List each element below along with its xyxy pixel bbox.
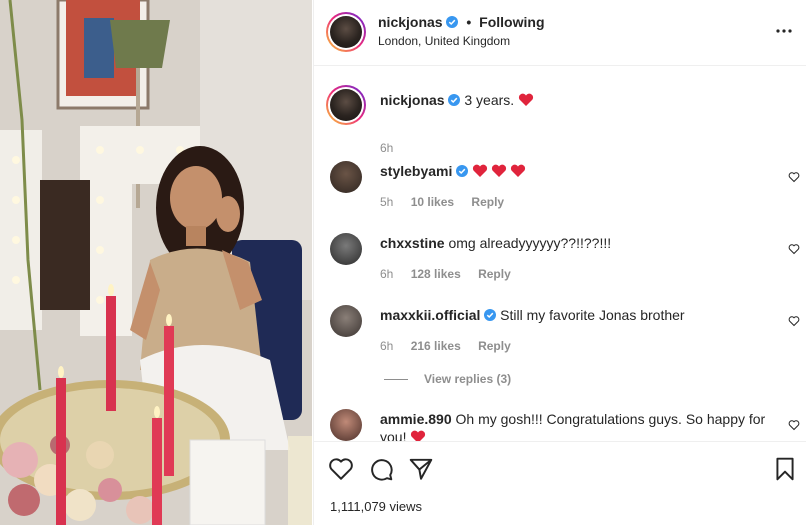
caption-avatar[interactable] [326,85,366,125]
comment-text-continued: you! [380,429,407,441]
comment-likes[interactable]: 128 likes [411,267,461,281]
view-replies-button[interactable]: View replies (3) [384,372,511,386]
post-photo-illustration [0,0,312,525]
comment-time[interactable]: 6h [380,339,393,353]
comment-likes[interactable]: 10 likes [411,195,454,209]
post-detail-panel: nickjonas • Following London, United Kin… [313,0,806,525]
view-count[interactable]: 1,111,079 views [330,499,422,514]
like-comment-heart-icon[interactable] [788,419,800,431]
red-heart-emoji-icon [473,164,488,177]
red-heart-emoji-icon [492,164,507,177]
comment-meta: 6h 128 likes Reply [380,267,525,281]
comment-text-line: stylebyami [380,163,529,179]
caption-timestamp[interactable]: 6h [380,141,393,155]
like-comment-heart-icon[interactable] [788,243,800,255]
commenter-avatar[interactable] [330,409,362,441]
comment-username[interactable]: stylebyami [380,163,452,179]
reply-button[interactable]: Reply [478,267,511,281]
comment-likes[interactable]: 216 likes [411,339,461,353]
comment-username[interactable]: chxxstine [380,235,445,251]
comment-time[interactable]: 6h [380,267,393,281]
verified-badge-icon [484,309,497,321]
post-header: nickjonas • Following London, United Kin… [314,0,806,66]
red-heart-emoji-icon [519,93,534,106]
post-location[interactable]: London, United Kingdom [378,34,510,48]
post-photo[interactable] [0,0,312,525]
comment-username[interactable]: ammie.890 [380,411,452,427]
bookmark-icon[interactable] [772,456,798,482]
like-comment-heart-icon[interactable] [788,171,800,183]
reply-button[interactable]: Reply [471,195,504,209]
author-avatar[interactable] [326,12,366,52]
comment-text: Oh my gosh!!! Congratulations guys. So h… [455,411,766,427]
comment-text: Still my favorite Jonas brother [500,307,685,323]
like-comment-heart-icon[interactable] [788,315,800,327]
heart-icon[interactable] [328,456,354,482]
caption-username[interactable]: nickjonas [380,92,445,108]
caption-text-line: nickjonas 3 years. [380,92,537,108]
comment-text-line: chxxstine omg alreadyyyyyy??!!??!!! [380,235,611,251]
comments-list[interactable]: nickjonas 3 years. 6h stylebyami 5h 10 l… [314,67,806,441]
comment-text-line: maxxkii.official Still my favorite Jonas… [380,307,685,323]
comment-meta: 6h 216 likes Reply [380,339,525,353]
red-heart-emoji-icon [411,430,426,441]
comment-text: omg alreadyyyyyy??!!??!!! [448,235,612,251]
commenter-avatar[interactable] [330,233,362,265]
commenter-avatar[interactable] [330,305,362,337]
view-replies-line [384,379,408,381]
following-button[interactable]: Following [479,14,544,30]
author-line: nickjonas • Following [378,14,545,30]
comment-time[interactable]: 5h [380,195,393,209]
caption-text: 3 years. [464,92,515,108]
verified-badge-icon [446,16,459,28]
comment-text-line-2: you! [380,429,429,441]
reply-button[interactable]: Reply [478,339,511,353]
verified-badge-icon [456,165,469,177]
view-replies-label: View replies (3) [424,372,512,386]
red-heart-emoji-icon [511,164,526,177]
verified-badge-icon [448,94,461,106]
comment-meta: 5h 10 likes Reply [380,195,518,209]
separator-dot: • [466,14,472,30]
author-username[interactable]: nickjonas [378,14,443,30]
comment-username[interactable]: maxxkii.official [380,307,480,323]
share-icon[interactable] [408,456,434,482]
more-options-icon[interactable] [775,22,793,40]
comment-text-line: ammie.890 Oh my gosh!!! Congratulations … [380,411,765,427]
commenter-avatar[interactable] [330,161,362,193]
comment-icon[interactable] [368,456,394,482]
post-actions-bar: 1,111,079 views [314,441,806,525]
